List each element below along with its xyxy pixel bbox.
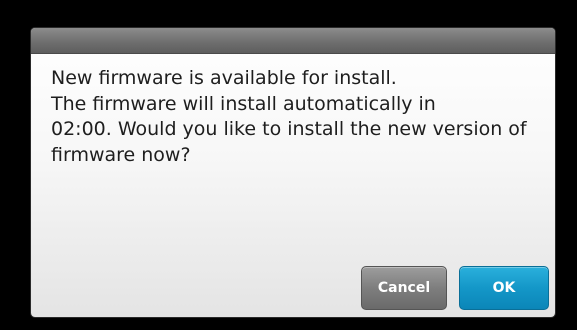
- screen-background: New firmware is available for install. T…: [0, 0, 577, 330]
- message-line: New firmware is available for install.: [51, 67, 397, 89]
- message-line: firmware now?: [51, 143, 191, 166]
- dialog-titlebar: [31, 28, 555, 54]
- firmware-update-dialog: New firmware is available for install. T…: [31, 28, 555, 317]
- cancel-button[interactable]: Cancel: [361, 266, 447, 310]
- ok-button[interactable]: OK: [459, 266, 549, 310]
- message-line: 02:00. Would you like to install the new…: [51, 118, 527, 140]
- dialog-message: New firmware is available for install. T…: [51, 66, 546, 168]
- message-line: The firmware will install automatically …: [51, 92, 436, 115]
